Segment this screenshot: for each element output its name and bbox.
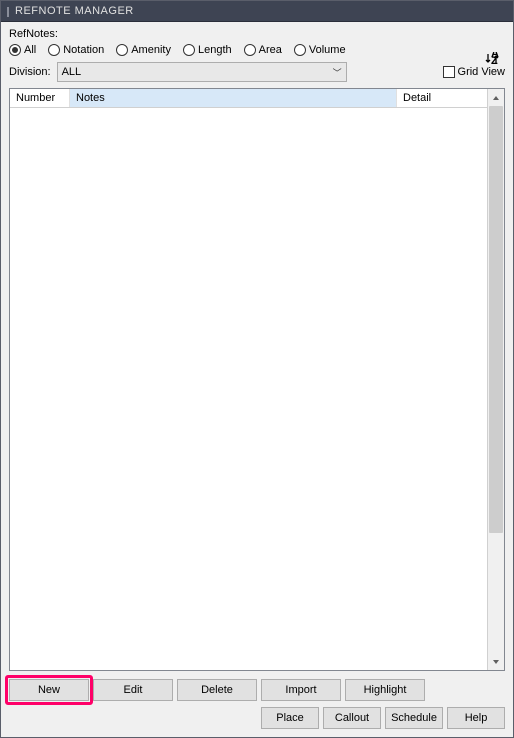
place-button[interactable]: Place	[261, 707, 319, 729]
grip-icon	[7, 7, 9, 15]
schedule-button[interactable]: Schedule	[385, 707, 443, 729]
radio-volume[interactable]: Volume	[294, 44, 346, 56]
table-container: Number Notes Detail	[9, 88, 505, 671]
radio-label: Volume	[309, 44, 346, 56]
radio-label: Notation	[63, 44, 104, 56]
refnotes-label: RefNotes:	[9, 28, 505, 40]
vertical-scrollbar[interactable]	[487, 89, 504, 670]
filter-radio-group: All Notation Amenity Length Area Volume	[9, 44, 505, 56]
radio-label: Amenity	[131, 44, 171, 56]
table-content: Number Notes Detail	[10, 89, 487, 670]
division-dropdown[interactable]: ALL ﹀	[57, 62, 347, 82]
edit-button[interactable]: Edit	[93, 679, 173, 701]
radio-label: All	[24, 44, 36, 56]
titlebar: REFNOTE MANAGER	[1, 1, 513, 21]
window-title: REFNOTE MANAGER	[15, 5, 134, 17]
division-row: Division: ALL ﹀ Grid View	[9, 62, 505, 82]
sort-icon[interactable]: A Z	[483, 50, 501, 68]
new-button[interactable]: New	[9, 679, 89, 701]
scroll-up-icon[interactable]	[488, 89, 504, 106]
scroll-down-icon[interactable]	[488, 653, 504, 670]
radio-circle-icon	[244, 44, 256, 56]
division-label: Division:	[9, 66, 51, 78]
radio-all[interactable]: All	[9, 44, 36, 56]
radio-area[interactable]: Area	[244, 44, 282, 56]
help-button[interactable]: Help	[447, 707, 505, 729]
callout-button[interactable]: Callout	[323, 707, 381, 729]
radio-notation[interactable]: Notation	[48, 44, 104, 56]
highlight-button[interactable]: Highlight	[345, 679, 425, 701]
content-area: RefNotes: A Z All Notation Amenity Lengt…	[1, 21, 513, 737]
column-number[interactable]: Number	[10, 89, 70, 107]
radio-circle-icon	[294, 44, 306, 56]
chevron-down-icon: ﹀	[333, 66, 342, 79]
table-header: Number Notes Detail	[10, 89, 487, 108]
column-notes[interactable]: Notes	[70, 89, 397, 107]
scroll-thumb[interactable]	[489, 106, 503, 533]
radio-length[interactable]: Length	[183, 44, 232, 56]
import-button[interactable]: Import	[261, 679, 341, 701]
division-selected: ALL	[62, 66, 82, 78]
table-body[interactable]	[10, 108, 487, 670]
column-detail[interactable]: Detail	[397, 89, 487, 107]
button-row-1: New Edit Delete Import Highlight	[9, 679, 505, 701]
radio-circle-icon	[48, 44, 60, 56]
svg-text:Z: Z	[491, 55, 498, 66]
radio-amenity[interactable]: Amenity	[116, 44, 171, 56]
scroll-track[interactable]	[488, 106, 504, 653]
radio-circle-icon	[116, 44, 128, 56]
button-row-2: Place Callout Schedule Help	[9, 707, 505, 729]
radio-label: Area	[259, 44, 282, 56]
radio-circle-icon	[9, 44, 21, 56]
radio-circle-icon	[183, 44, 195, 56]
delete-button[interactable]: Delete	[177, 679, 257, 701]
checkbox-icon	[443, 66, 455, 78]
radio-label: Length	[198, 44, 232, 56]
